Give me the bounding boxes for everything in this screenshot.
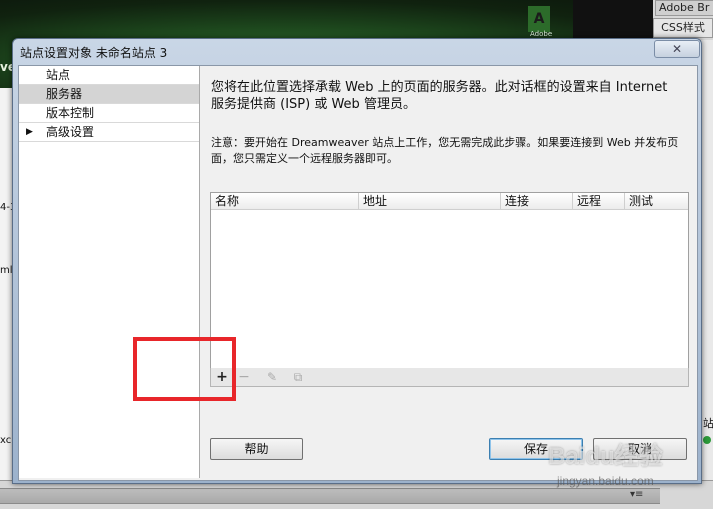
server-table[interactable]: 名称 地址 连接 远程 测试 xyxy=(210,192,689,369)
status-dot-icon xyxy=(703,436,711,444)
close-icon: ✕ xyxy=(671,42,683,56)
category-list: 站点 服务器 版本控制 ▶ 高级设置 xyxy=(19,66,200,478)
nav-item-label: 服务器 xyxy=(46,87,83,101)
help-button[interactable]: 帮助 xyxy=(210,438,303,460)
server-table-toolbar: + − ✎ ⧉ xyxy=(210,368,689,387)
nav-item-label: 版本控制 xyxy=(46,106,95,120)
nav-item-site[interactable]: 站点 xyxy=(19,66,199,85)
column-header-address[interactable]: 地址 xyxy=(359,193,501,210)
edit-server-icon[interactable]: ✎ xyxy=(262,368,282,386)
adobe-logo-text: Adobe xyxy=(530,30,553,38)
dialog-title: 站点设置对象 未命名站点 3 xyxy=(20,46,168,60)
background-dark-strip xyxy=(573,0,653,40)
background-scrollbar[interactable] xyxy=(0,488,660,504)
nav-item-version-control[interactable]: 版本控制 xyxy=(19,104,199,123)
tab-adobe-bridge[interactable]: Adobe Br xyxy=(655,0,713,16)
column-header-remote[interactable]: 远程 xyxy=(573,193,625,210)
servers-note: 注意：要开始在 Dreamweaver 站点上工作，您无需完成此步骤。如果要连接… xyxy=(211,136,679,165)
column-header-connection[interactable]: 连接 xyxy=(501,193,573,210)
site-setup-dialog: 站点设置对象 未命名站点 3 ✕ 站点 服务器 版本控制 ▶ 高级设置 您将在此… xyxy=(12,38,702,484)
column-header-test[interactable]: 测试 xyxy=(625,193,688,210)
adobe-logo: A xyxy=(528,6,550,32)
close-button[interactable]: ✕ xyxy=(654,40,700,58)
tab-css-styles[interactable]: CSS样式 xyxy=(653,18,713,38)
background-right-text: 站 xyxy=(703,417,713,430)
servers-panel: 您将在此位置选择承载 Web 上的页面的服务器。此对话框的设置来自 Intern… xyxy=(200,66,697,478)
watermark-logo: Baidu经验 xyxy=(548,443,663,470)
nav-item-label: 高级设置 xyxy=(46,125,95,139)
nav-item-label: 站点 xyxy=(46,68,71,82)
expand-arrow-icon[interactable]: ▶ xyxy=(26,123,33,141)
dialog-titlebar[interactable]: 站点设置对象 未命名站点 3 ✕ xyxy=(13,39,701,63)
remove-server-icon[interactable]: − xyxy=(234,368,254,386)
nav-item-advanced-settings[interactable]: ▶ 高级设置 xyxy=(19,123,199,142)
column-header-name[interactable]: 名称 xyxy=(211,193,359,210)
background-text-fragment: xc xyxy=(0,435,12,446)
watermark-url: jingyan.baidu.com xyxy=(557,474,654,488)
background-text-fragment: ml xyxy=(0,265,13,276)
panel-menu-icon[interactable]: ▾≡ xyxy=(630,489,643,500)
duplicate-server-icon[interactable]: ⧉ xyxy=(288,368,308,386)
annotation-highlight-box xyxy=(133,337,236,401)
servers-description: 您将在此位置选择承载 Web 上的页面的服务器。此对话框的设置来自 Intern… xyxy=(211,80,668,112)
dialog-body: 站点 服务器 版本控制 ▶ 高级设置 您将在此位置选择承载 Web 上的页面的服… xyxy=(18,65,698,481)
nav-item-servers[interactable]: 服务器 xyxy=(19,85,199,104)
